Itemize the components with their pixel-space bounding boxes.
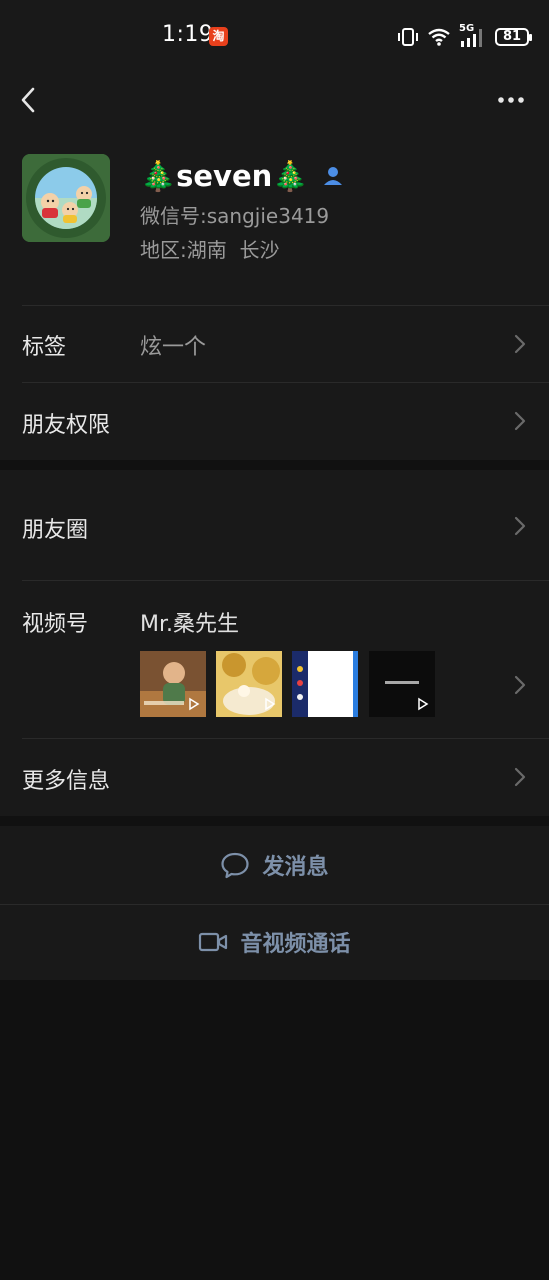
video-call-label: 音视频通话 [240, 932, 351, 957]
nickname-row: 🎄seven🎄 [140, 156, 344, 196]
send-message-button[interactable]: 发消息 [0, 826, 549, 904]
divider [22, 305, 549, 306]
video-thumbnail-image [216, 651, 282, 717]
back-button[interactable] [14, 84, 42, 116]
signal-icon [461, 29, 482, 47]
region-label: 地区: [140, 238, 187, 262]
wechat-id-value: sangjie3419 [206, 204, 330, 228]
video-thumbnail-image [369, 651, 435, 717]
chevron-left-icon [21, 87, 35, 113]
profile-header: 🎄seven🎄 微信号:sangjie3419 地区:湖南 长沙 [0, 130, 549, 305]
more-dots-icon [498, 97, 524, 103]
region-value: 湖南 长沙 [186, 238, 280, 262]
taobao-notification-icon: 淘 [209, 27, 228, 46]
nickname: 🎄seven🎄 [140, 158, 309, 193]
send-message-content: 发消息 [0, 826, 549, 904]
chat-bubble-icon [221, 852, 250, 879]
battery-indicator: 81 [495, 28, 532, 46]
tags-value: 炫一个 [140, 335, 207, 360]
wechat-id: 微信号:sangjie3419 [140, 200, 329, 229]
nav-bar [0, 70, 549, 130]
channel-video-thumbnail[interactable] [369, 651, 435, 717]
more-button[interactable] [495, 84, 527, 116]
more-info-row[interactable]: 更多信息 [0, 738, 549, 816]
video-call-content: 音视频通话 [0, 904, 549, 980]
avatar[interactable] [22, 154, 110, 242]
chevron-right-icon [514, 411, 526, 431]
video-camera-icon [199, 932, 228, 952]
vibrate-icon [398, 28, 418, 46]
tags-label: 标签 [22, 335, 67, 360]
channel-video-thumbnail[interactable] [140, 651, 206, 717]
moments-row[interactable]: 朋友圈 [0, 470, 549, 580]
network-type: 5G [459, 23, 487, 48]
wechat-id-label: 微信号: [140, 204, 207, 228]
divider [22, 738, 549, 739]
channel-video-thumbnail[interactable] [216, 651, 282, 717]
video-thumbnail-image [140, 651, 206, 717]
chevron-right-icon [514, 516, 526, 536]
chevron-right-icon [514, 767, 526, 787]
friend-permissions-label: 朋友权限 [22, 413, 111, 438]
video-thumbnail-image [292, 651, 358, 717]
status-icons: 5G 81 [397, 23, 532, 50]
status-time: 1:19 [162, 22, 214, 47]
channels-name: Mr.桑先生 [140, 612, 240, 637]
channel-video-thumbnail[interactable] [292, 651, 358, 717]
divider [22, 382, 549, 383]
chevron-right-icon [514, 334, 526, 354]
region: 地区:湖南 长沙 [140, 234, 279, 263]
chevron-right-icon [514, 675, 526, 695]
friend-permissions-row[interactable]: 朋友权限 [0, 382, 549, 460]
more-info-label: 更多信息 [22, 769, 111, 794]
tags-row[interactable]: 标签 炫一个 [0, 305, 549, 382]
channels-label: 视频号 [22, 612, 89, 637]
video-call-button[interactable]: 音视频通话 [0, 904, 549, 980]
divider [22, 580, 549, 581]
status-bar: 1:19 淘 5G 81 [0, 0, 549, 70]
wifi-icon [428, 28, 450, 46]
avatar-image [22, 154, 110, 242]
moments-label: 朋友圈 [22, 518, 89, 543]
contact-profile-screen: 1:19 淘 5G 81 🎄seven🎄 微信号:sangjie3419 地区:… [0, 0, 549, 1280]
send-message-label: 发消息 [262, 855, 329, 880]
person-icon [324, 167, 343, 185]
